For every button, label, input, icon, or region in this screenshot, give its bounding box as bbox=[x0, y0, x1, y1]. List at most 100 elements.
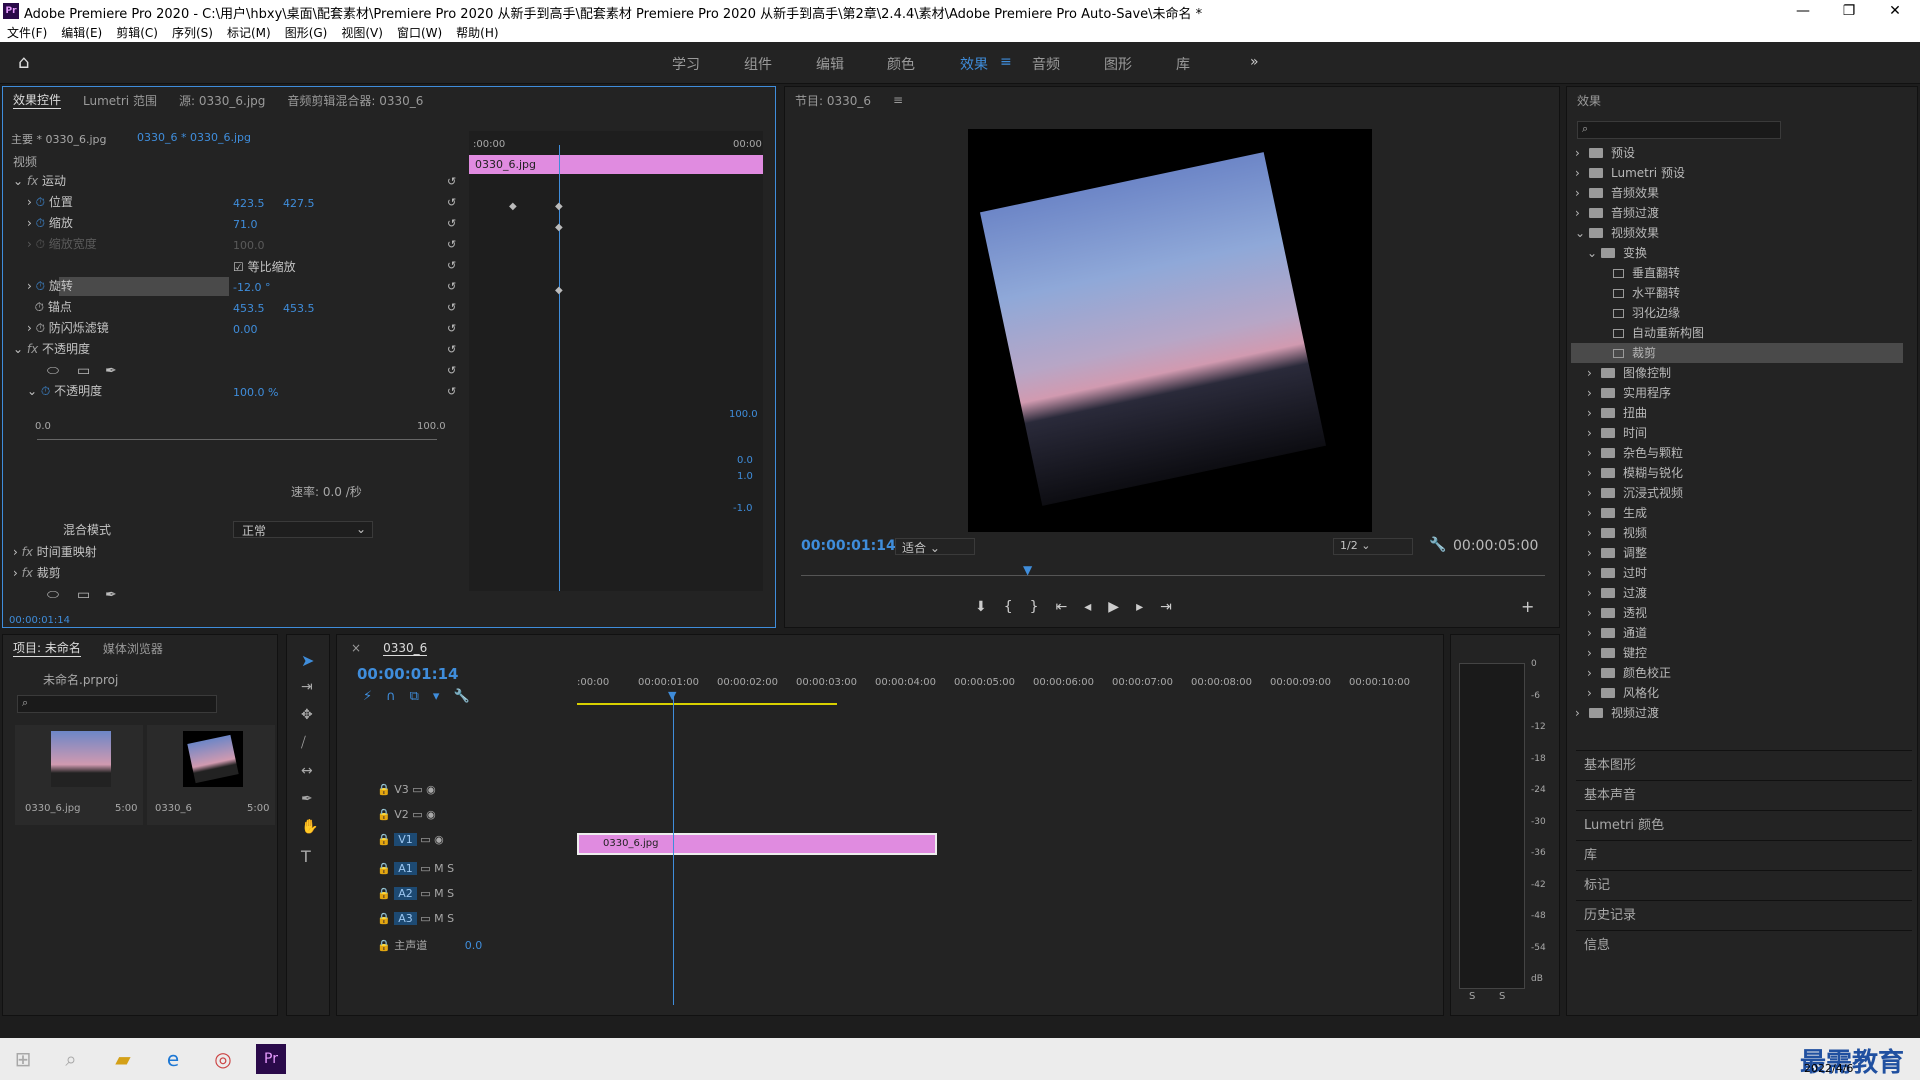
chevron-icon[interactable]: ⌄ bbox=[1575, 223, 1589, 243]
minimize-button[interactable]: — bbox=[1780, 0, 1826, 22]
program-scrubber[interactable] bbox=[801, 575, 1545, 576]
program-viewer[interactable] bbox=[968, 129, 1372, 532]
effects-list-item[interactable]: › 沉浸式视频 bbox=[1587, 483, 1911, 503]
chevron-icon[interactable]: › bbox=[1587, 363, 1601, 383]
effects-list-item[interactable]: › 通道 bbox=[1587, 623, 1911, 643]
mask-ellipse-icon[interactable]: ⬭ bbox=[47, 587, 59, 603]
effects-list-item[interactable]: › 时间 bbox=[1587, 423, 1911, 443]
rotation-row[interactable]: › ⏱ 旋转 bbox=[27, 276, 73, 297]
chevron-icon[interactable]: › bbox=[1587, 403, 1601, 423]
effects-list-item[interactable]: › 视频 bbox=[1587, 523, 1911, 543]
side-panel-lumetri-color[interactable]: Lumetri 颜色 bbox=[1576, 810, 1912, 840]
effects-list-item[interactable]: › 过渡 bbox=[1587, 583, 1911, 603]
edge-icon[interactable]: e bbox=[158, 1044, 188, 1074]
keyframe-icon[interactable]: ◆ bbox=[555, 285, 563, 296]
effects-list-item[interactable]: ⌄ 变换 bbox=[1587, 243, 1911, 263]
uniform-scale-checkbox[interactable]: ☑ 等比缩放 bbox=[233, 258, 296, 275]
effects-list-item[interactable]: › 实用程序 bbox=[1587, 383, 1911, 403]
effects-list-item[interactable]: 羽化边缘 bbox=[1599, 303, 1911, 323]
tab-effect-controls[interactable]: 效果控件 bbox=[13, 91, 62, 109]
tab-project[interactable]: 项目: 未命名 bbox=[13, 639, 81, 657]
tab-audio-mixer[interactable]: 音频剪辑混合器: 0330_6 bbox=[287, 92, 423, 109]
timeline-playhead[interactable] bbox=[673, 695, 674, 1005]
work-area-bar[interactable] bbox=[577, 703, 837, 705]
keyframe-icon[interactable]: ◆ bbox=[555, 222, 563, 233]
maximize-button[interactable]: ❐ bbox=[1826, 0, 1872, 22]
chevron-icon[interactable]: › bbox=[1575, 143, 1589, 163]
scale-value[interactable]: 71.0 bbox=[233, 218, 258, 231]
mask-rect-icon[interactable]: ▭ bbox=[77, 363, 90, 379]
close-button[interactable]: ✕ bbox=[1872, 0, 1918, 22]
track-header-v1[interactable]: 🔒 V1 ▭ ◉ bbox=[377, 833, 597, 858]
chevron-icon[interactable]: › bbox=[1587, 623, 1601, 643]
search-icon[interactable]: ⌕ bbox=[56, 1044, 86, 1074]
track-select-tool-icon[interactable]: ⇥ bbox=[301, 679, 313, 695]
track-label-a3[interactable]: A3 bbox=[394, 912, 417, 925]
time-remap-row[interactable]: › fx 时间重映射 bbox=[13, 542, 97, 563]
effects-list-item[interactable]: ⌄ 视频效果 bbox=[1575, 223, 1911, 243]
track-header-a1[interactable]: 🔒 A1 ▭ M S bbox=[377, 862, 597, 887]
effects-list-item[interactable]: › 颜色校正 bbox=[1587, 663, 1911, 683]
playhead-handle[interactable]: ▼ bbox=[668, 689, 676, 702]
menu-graphics[interactable]: 图形(G) bbox=[278, 22, 335, 42]
effects-list-item[interactable]: › 音频效果 bbox=[1575, 183, 1911, 203]
effects-list-item[interactable]: › 透视 bbox=[1587, 603, 1911, 623]
side-panel-history[interactable]: 历史记录 bbox=[1576, 900, 1912, 930]
selection-tool-icon[interactable]: ➤ bbox=[301, 651, 314, 670]
workspace-menu-icon[interactable]: ≡ bbox=[1000, 54, 1012, 70]
effects-list-item[interactable]: › 键控 bbox=[1587, 643, 1911, 663]
menu-clip[interactable]: 剪辑(C) bbox=[109, 22, 165, 42]
chevron-icon[interactable]: › bbox=[1587, 503, 1601, 523]
effects-list-item[interactable]: › 生成 bbox=[1587, 503, 1911, 523]
stopwatch-icon[interactable]: ⏱ bbox=[36, 195, 45, 209]
mask-rect-icon[interactable]: ▭ bbox=[77, 587, 90, 603]
effects-list-item[interactable]: › Lumetri 预设 bbox=[1575, 163, 1911, 183]
premiere-taskbar-icon[interactable]: Pr bbox=[256, 1044, 286, 1074]
effects-list-item[interactable]: › 过时 bbox=[1587, 563, 1911, 583]
menu-edit[interactable]: 编辑(E) bbox=[54, 22, 109, 42]
clip-selector[interactable]: 0330_6 * 0330_6.jpg bbox=[137, 131, 251, 144]
track-label-v1[interactable]: V1 bbox=[394, 833, 417, 846]
workspace-learn[interactable]: 学习 bbox=[672, 54, 700, 74]
project-item[interactable]: 0330_6 5:00 bbox=[147, 725, 275, 825]
timeline-ruler[interactable]: :00:00 00:00:01:00 00:00:02:00 00:00:03:00 0… bbox=[577, 677, 1410, 697]
effects-list-item[interactable]: › 风格化 bbox=[1587, 683, 1911, 703]
position-row[interactable]: › ⏱ 位置 bbox=[27, 192, 73, 213]
more-workspaces-icon[interactable]: » bbox=[1250, 54, 1259, 70]
effects-list-item[interactable]: 水平翻转 bbox=[1599, 283, 1911, 303]
menu-file[interactable]: 文件(F) bbox=[0, 22, 54, 42]
app-icon[interactable]: ◎ bbox=[208, 1044, 238, 1074]
effects-list-item[interactable]: › 调整 bbox=[1587, 543, 1911, 563]
hand-tool-icon[interactable]: ✋ bbox=[301, 819, 318, 835]
anchor-x-value[interactable]: 453.5 bbox=[233, 302, 265, 315]
menu-marker[interactable]: 标记(M) bbox=[220, 22, 278, 42]
track-label-a2[interactable]: A2 bbox=[394, 887, 417, 900]
menu-view[interactable]: 视图(V) bbox=[334, 22, 390, 42]
track-header-v2[interactable]: 🔒 V2 ▭ ◉ bbox=[377, 808, 597, 833]
chevron-icon[interactable]: › bbox=[1575, 203, 1589, 223]
mask-ellipse-icon[interactable]: ⬭ bbox=[47, 363, 59, 379]
panel-menu-icon[interactable]: ≡ bbox=[893, 93, 903, 107]
ec-clip-bar[interactable]: 0330_6.jpg bbox=[469, 155, 763, 174]
chevron-icon[interactable]: › bbox=[1575, 703, 1589, 723]
chevron-icon[interactable]: › bbox=[1575, 183, 1589, 203]
effects-list-item[interactable]: › 视频过渡 bbox=[1575, 703, 1911, 723]
pen-tool-icon[interactable]: ✒ bbox=[301, 791, 313, 807]
menu-sequence[interactable]: 序列(S) bbox=[165, 22, 220, 42]
workspace-assembly[interactable]: 组件 bbox=[744, 54, 772, 74]
tab-source[interactable]: 源: 0330_6.jpg bbox=[179, 92, 265, 109]
rotation-value[interactable]: -12.0 ° bbox=[233, 281, 270, 294]
master-clip-label[interactable]: 主要 * 0330_6.jpg bbox=[11, 131, 107, 147]
effects-list-item[interactable]: 自动重新构图 bbox=[1599, 323, 1911, 343]
stopwatch-icon[interactable]: ⏱ bbox=[36, 279, 45, 293]
effects-list-item[interactable]: › 杂色与颗粒 bbox=[1587, 443, 1911, 463]
timeline-clip[interactable]: 0330_6.jpg bbox=[577, 833, 937, 855]
chevron-icon[interactable]: › bbox=[1587, 523, 1601, 543]
tab-media-browser[interactable]: 媒体浏览器 bbox=[103, 640, 163, 657]
transport-controls[interactable]: ⬇{}⇤◂▶▸⇥ bbox=[975, 599, 1375, 615]
scale-row[interactable]: › ⏱ 缩放 bbox=[27, 213, 73, 234]
tab-lumetri-scopes[interactable]: Lumetri 范围 bbox=[83, 92, 157, 109]
mask-pen-icon[interactable]: ✒ bbox=[105, 587, 117, 603]
chevron-icon[interactable]: › bbox=[1587, 603, 1601, 623]
keyframe-icon[interactable]: ◆ bbox=[555, 201, 563, 212]
